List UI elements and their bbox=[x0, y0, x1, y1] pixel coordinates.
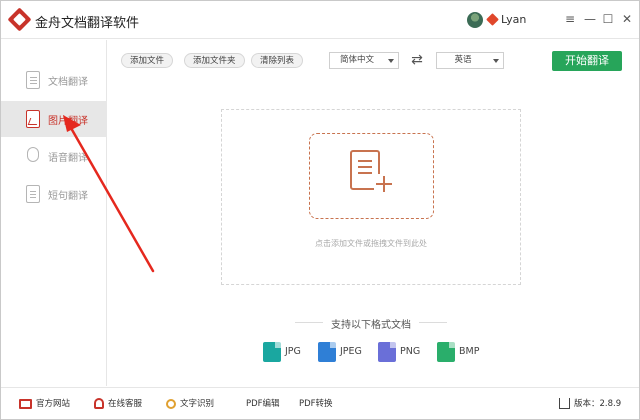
document-icon bbox=[26, 71, 40, 89]
download-icon bbox=[559, 398, 570, 409]
png-file-icon bbox=[378, 342, 396, 362]
customer-service-icon bbox=[94, 398, 104, 409]
sidebar-item-label: 语音翻译 bbox=[48, 153, 88, 164]
swap-languages-icon[interactable]: ⇄ bbox=[408, 51, 426, 69]
add-file-button[interactable]: 添加文件 bbox=[121, 53, 174, 68]
ocr-label: 文字识别 bbox=[180, 399, 215, 409]
user-name[interactable]: Lyan bbox=[501, 13, 526, 26]
image-icon bbox=[26, 110, 40, 128]
ocr-link[interactable]: 文字识别 bbox=[166, 397, 214, 411]
pdf-convert-link[interactable]: PDF转换 bbox=[299, 397, 333, 411]
app-logo-icon bbox=[7, 7, 32, 32]
sidebar-item-voice-translate[interactable]: 语音翻译 bbox=[1, 138, 107, 174]
user-avatar[interactable] bbox=[467, 12, 483, 28]
add-folder-button[interactable]: 添加文件夹 bbox=[184, 53, 245, 68]
sidebar-item-label: 图片翻译 bbox=[48, 116, 88, 127]
title-bar: 金舟文档翻译软件 Lyan ≡ — ☐ ✕ bbox=[1, 1, 639, 39]
sidebar-item-document-translate[interactable]: 文档翻译 bbox=[1, 62, 107, 98]
sentence-icon bbox=[26, 185, 40, 203]
sidebar-item-label: 短句翻译 bbox=[48, 191, 88, 202]
app-title: 金舟文档翻译软件 bbox=[35, 16, 140, 31]
online-service-label: 在线客服 bbox=[108, 399, 143, 409]
menu-button[interactable]: ≡ bbox=[561, 10, 579, 28]
source-language-select[interactable]: 简体中文 bbox=[329, 52, 399, 69]
maximize-button[interactable]: ☐ bbox=[599, 10, 617, 28]
online-service-link[interactable]: 在线客服 bbox=[94, 397, 142, 411]
sidebar-item-sentence-translate[interactable]: 短句翻译 bbox=[1, 176, 107, 212]
sidebar-item-label: 文档翻译 bbox=[48, 77, 88, 88]
jpeg-file-icon bbox=[318, 342, 336, 362]
chevron-down-icon bbox=[388, 59, 394, 63]
divider bbox=[419, 322, 447, 323]
sidebar-item-image-translate[interactable]: 图片翻译 bbox=[1, 101, 107, 137]
formats-title: 支持以下格式文档 bbox=[331, 320, 411, 331]
target-language-value: 英语 bbox=[454, 55, 472, 65]
ocr-icon bbox=[166, 398, 176, 409]
app-window: 金舟文档翻译软件 Lyan ≡ — ☐ ✕ 文档翻译 图片翻译 语音翻译 短句翻… bbox=[0, 0, 640, 420]
drop-hint: 点击添加文件或拖拽文件到此处 bbox=[315, 239, 427, 248]
source-language-value: 简体中文 bbox=[339, 55, 374, 65]
target-language-select[interactable]: 英语 bbox=[436, 52, 504, 69]
file-drop-zone[interactable]: 点击添加文件或拖拽文件到此处 bbox=[221, 109, 521, 285]
vip-diamond-icon[interactable] bbox=[486, 13, 499, 26]
sidebar: 文档翻译 图片翻译 语音翻译 短句翻译 bbox=[1, 40, 107, 386]
official-website-label: 官方网站 bbox=[36, 399, 71, 409]
version-label: 版本：2.8.9 bbox=[574, 399, 622, 409]
pdf-edit-link[interactable]: PDF编辑 bbox=[246, 397, 280, 411]
format-name: PNG bbox=[400, 346, 421, 357]
version-info: 版本：2.8.9 bbox=[559, 397, 621, 411]
format-name: BMP bbox=[459, 346, 480, 357]
microphone-icon bbox=[27, 147, 39, 162]
minimize-button[interactable]: — bbox=[581, 10, 599, 28]
chevron-down-icon bbox=[493, 59, 499, 63]
plus-icon bbox=[374, 174, 394, 194]
format-name: JPEG bbox=[340, 346, 362, 357]
monitor-icon bbox=[19, 398, 32, 409]
add-file-area[interactable] bbox=[309, 133, 434, 219]
bmp-file-icon bbox=[437, 342, 455, 362]
jpg-file-icon bbox=[263, 342, 281, 362]
start-translate-button[interactable]: 开始翻译 bbox=[552, 51, 622, 71]
format-name: JPG bbox=[285, 346, 301, 357]
footer-bar: 官方网站 在线客服 文字识别 PDF编辑 PDF转换 版本：2.8.9 bbox=[1, 387, 639, 419]
clear-list-button[interactable]: 清除列表 bbox=[251, 53, 304, 68]
official-website-link[interactable]: 官方网站 bbox=[19, 397, 70, 411]
close-button[interactable]: ✕ bbox=[618, 10, 636, 28]
